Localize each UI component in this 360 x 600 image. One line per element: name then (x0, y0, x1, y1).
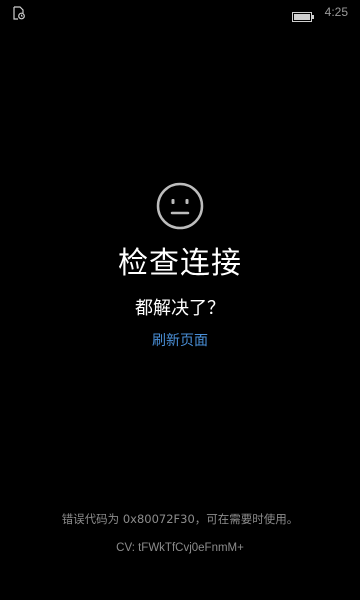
subtitle: 都解决了？ (135, 298, 225, 319)
correlation-vector-text: CV: tFWkTfCvj0eFnmM+ (116, 542, 244, 554)
error-code-text: 错误代码为 0x80072F30，可在需要时使用。 (61, 512, 299, 526)
page-title: 检查连接 (118, 246, 242, 281)
status-time: 4:25 (324, 5, 348, 19)
notification-icon (12, 5, 26, 20)
status-bar: 4:25 (0, 0, 360, 24)
neutral-face-icon (156, 182, 204, 230)
battery-icon (292, 7, 314, 22)
refresh-page-link[interactable]: 刷新页面 (130, 331, 230, 351)
